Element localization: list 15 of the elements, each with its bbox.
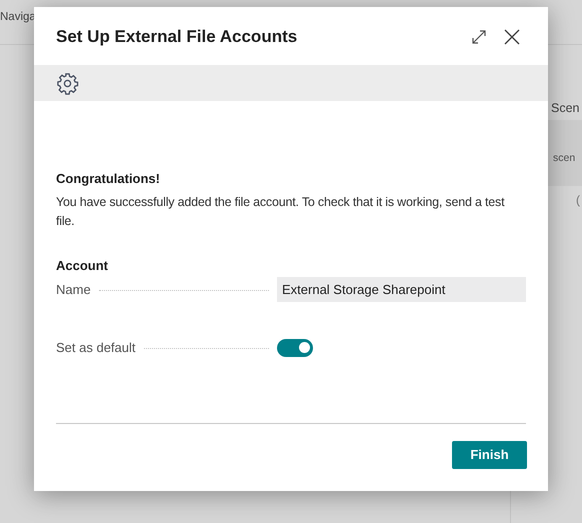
input-field[interactable]: External Storage Sharepoint [277,277,526,302]
section-title: Account [56,257,109,275]
panel-text: scen [553,151,576,166]
field-label: Set as default [56,338,136,357]
finish-button[interactable]: Finish [452,441,527,469]
dialog-title: Set Up External File Accounts [56,26,298,48]
toggle-switch[interactable] [277,338,313,356]
panel-title: Scen [551,100,580,117]
message: You have successfully added the file account. To check that it is working, send a test file. [56,194,506,230]
close-icon[interactable] [504,29,520,45]
field-label: Name [56,280,91,299]
settings-icon[interactable] [56,72,79,94]
heading: Congratulations! [56,170,161,188]
expand-icon[interactable] [471,29,487,45]
panel-text: ( [576,192,580,209]
